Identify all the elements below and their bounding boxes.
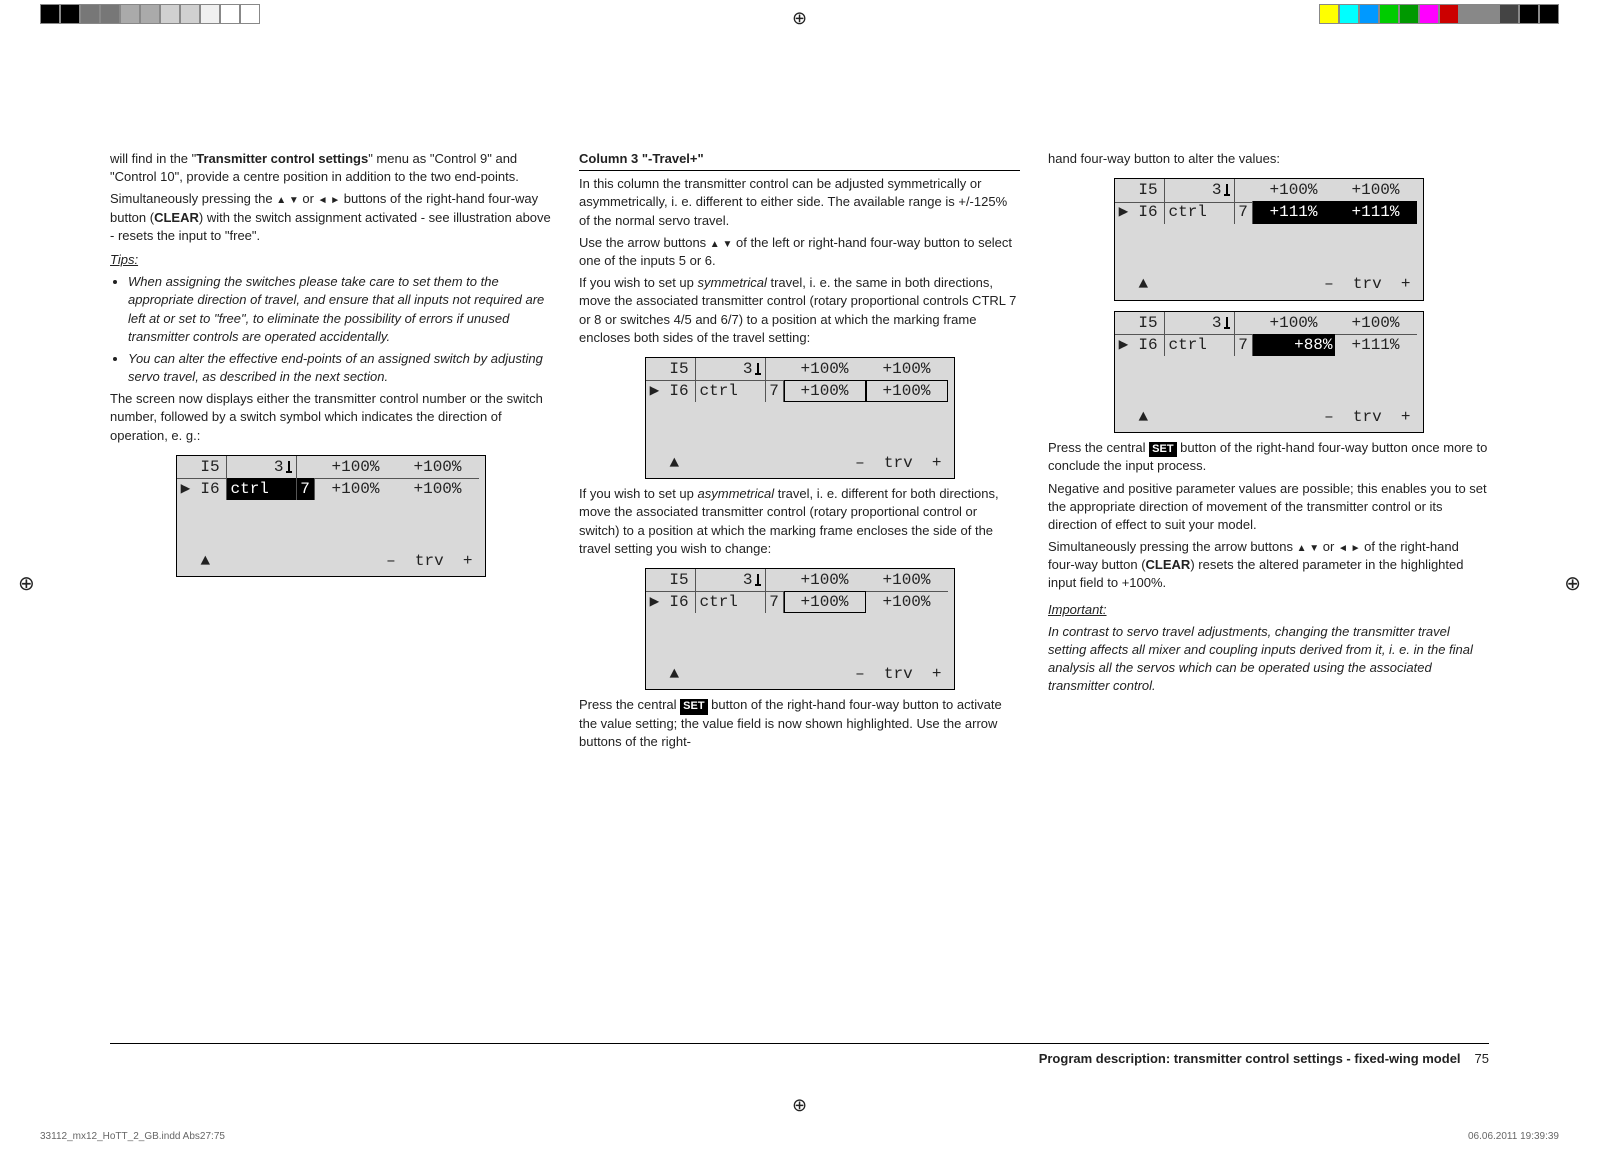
column-3: hand four-way button to alter the values… (1048, 150, 1489, 1048)
page-body: will find in the "Transmitter control se… (110, 150, 1489, 1048)
set-button-label: SET (1149, 442, 1176, 457)
tips-heading: Tips: (110, 251, 551, 269)
lcd-display-4: I5 3 +100%+100% ▶I6 ctrl 7 +111% +111% ▲… (1114, 178, 1424, 300)
para: The screen now displays either the trans… (110, 390, 551, 445)
para: Press the central SET button of the righ… (1048, 439, 1489, 476)
set-button-label: SET (680, 699, 707, 714)
column-heading: Column 3 "-Travel+" (579, 150, 1020, 171)
registration-mark-left: ⊕ (18, 570, 35, 598)
important-body: In contrast to servo travel adjustments,… (1048, 623, 1489, 696)
para: Simultaneously pressing the arrow button… (1048, 538, 1489, 593)
lcd-display-3: I5 3 +100%+100% ▶I6 ctrl 7 +100% +100% ▲… (645, 568, 955, 690)
para: will find in the "Transmitter control se… (110, 150, 551, 186)
para: Negative and positive parameter values a… (1048, 480, 1489, 535)
print-timestamp: 06.06.2011 19:39:39 (1468, 1130, 1559, 1144)
para: Use the arrow buttons ▲ ▼ of the left or… (579, 234, 1020, 270)
column-2: Column 3 "-Travel+" In this column the t… (579, 150, 1020, 1048)
registration-mark-bottom: ⊕ (792, 1093, 807, 1118)
lcd-display-1: I5 3 +100% +100% ▶ I6 ctrl 7 +100% +100%… (176, 455, 486, 577)
tip-item: When assigning the switches please take … (128, 273, 551, 346)
para: In this column the transmitter control c… (579, 175, 1020, 230)
lcd-display-5: I5 3 +100%+100% ▶I6 ctrl 7 +88% +111% ▲–… (1114, 311, 1424, 433)
print-file: 33112_mx12_HoTT_2_GB.indd Abs27:75 (40, 1130, 225, 1144)
lcd-display-2: I5 3 +100%+100% ▶I6 ctrl 7 +100% +100% ▲… (645, 357, 955, 479)
tip-item: You can alter the effective end-points o… (128, 350, 551, 386)
para: Simultaneously pressing the ▲ ▼ or ◄ ► b… (110, 190, 551, 245)
registration-mark-right: ⊕ (1564, 570, 1581, 598)
page-footer: Program description: transmitter control… (110, 1043, 1489, 1068)
para: If you wish to set up symmetrical travel… (579, 274, 1020, 347)
important-heading: Important: (1048, 601, 1489, 619)
tips-list: When assigning the switches please take … (110, 273, 551, 386)
para: Press the central SET button of the righ… (579, 696, 1020, 751)
para: If you wish to set up asymmetrical trave… (579, 485, 1020, 558)
column-1: will find in the "Transmitter control se… (110, 150, 551, 1048)
print-footer: 33112_mx12_HoTT_2_GB.indd Abs27:75 06.06… (40, 1130, 1559, 1144)
registration-mark-top: ⊕ (792, 6, 807, 31)
para: hand four-way button to alter the values… (1048, 150, 1489, 168)
